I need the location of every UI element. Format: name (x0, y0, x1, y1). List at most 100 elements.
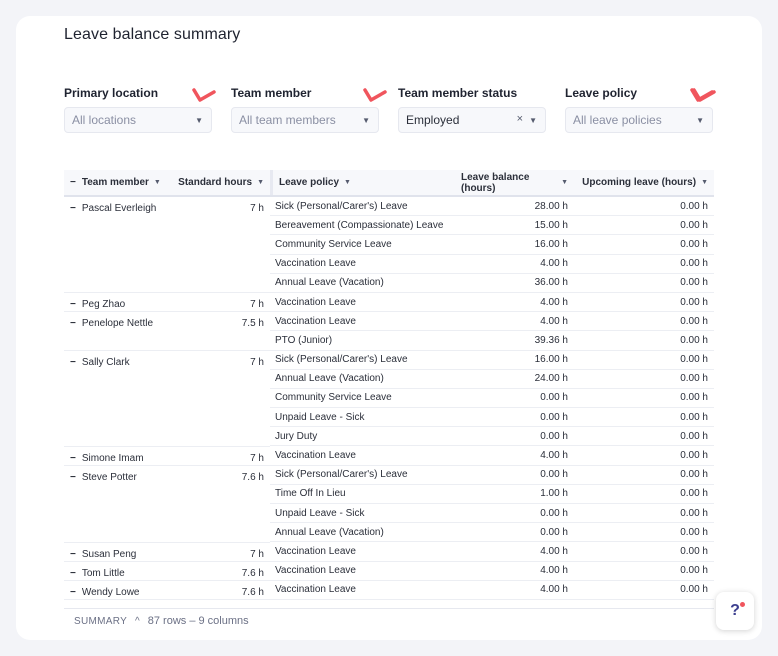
upcoming-leave-cell: 0.00 h (680, 373, 708, 385)
sort-dropdown-icon[interactable]: ▼ (344, 179, 351, 186)
table-row[interactable]: Jury Duty 0.00 h 0.00 h (270, 427, 714, 447)
member-row[interactable]: − Sally Clark 7 h (64, 351, 270, 447)
leave-policy-cell: Vaccination Leave (275, 584, 356, 596)
column-header-leave-policy[interactable]: Leave policy ▼ (270, 170, 455, 195)
collapse-icon[interactable]: − (70, 453, 76, 465)
collapse-icon[interactable]: − (70, 472, 76, 542)
member-row[interactable]: − Steve Potter 7.6 h (64, 466, 270, 543)
column-header-upcoming-leave[interactable]: Upcoming leave (hours) ▼ (574, 170, 714, 195)
table-row[interactable]: Annual Leave (Vacation) 0.00 h 0.00 h (270, 523, 714, 543)
collapse-icon[interactable]: − (70, 203, 76, 292)
member-column: − Pascal Everleigh 7 h − Peg Zhao 7 h − Penelop… (64, 197, 270, 601)
member-row[interactable]: − Pascal Everleigh 7 h (64, 197, 270, 293)
collapse-all-icon[interactable]: − (70, 177, 76, 188)
upcoming-leave-cell: 0.00 h (680, 219, 708, 231)
leave-balance-cell: 24.00 h (534, 373, 568, 385)
chevron-up-icon[interactable]: ^ (135, 616, 140, 627)
table-row[interactable]: Vaccination Leave 4.00 h 0.00 h (270, 446, 714, 466)
table-row[interactable]: Sick (Personal/Carer's) Leave 16.00 h 0.00… (270, 351, 714, 370)
upcoming-leave-cell: 0.00 h (680, 315, 708, 327)
column-header-leave-balance[interactable]: Leave balance (hours) ▼ (455, 170, 574, 195)
filter-0: Primary location All locations ▼ (64, 86, 212, 133)
collapse-icon[interactable]: − (70, 549, 76, 561)
table-row[interactable]: Community Service Leave 16.00 h 0.00 h (270, 235, 714, 255)
collapse-icon[interactable]: − (70, 318, 76, 349)
chevron-down-icon: ▼ (195, 116, 203, 125)
member-name: Simone Imam (81, 452, 144, 464)
member-name-cell: − Peg Zhao (64, 293, 170, 311)
leave-policy-cell: Sick (Personal/Carer's) Leave (275, 354, 408, 366)
member-name: Penelope Nettle (81, 318, 154, 330)
leave-policy-cell: Vaccination Leave (275, 565, 356, 577)
leave-balance-cell: 16.00 h (534, 238, 568, 250)
help-button[interactable]: ? (716, 592, 754, 630)
table-row[interactable]: Vaccination Leave 4.00 h 0.00 h (270, 293, 714, 313)
member-row[interactable]: − Tom Little 7.6 h (64, 562, 270, 581)
table-row[interactable]: Unpaid Leave - Sick 0.00 h 0.00 h (270, 408, 714, 428)
filter-select[interactable]: All team members ▼ (231, 107, 379, 133)
sort-dropdown-icon[interactable]: ▼ (561, 179, 568, 186)
table-row[interactable]: Vaccination Leave 4.00 h 0.00 h (270, 542, 714, 562)
table-row[interactable]: Vaccination Leave 4.00 h 0.00 h (270, 581, 714, 600)
leave-balance-cell: 0.00 h (540, 392, 568, 404)
sort-dropdown-icon[interactable]: ▼ (701, 179, 708, 186)
table-row[interactable]: Time Off In Lieu 1.00 h 0.00 h (270, 485, 714, 504)
table-row[interactable]: Annual Leave (Vacation) 24.00 h 0.00 h (270, 370, 714, 389)
collapse-icon[interactable]: − (70, 357, 76, 446)
leave-balance-cell: 4.00 h (540, 258, 568, 270)
collapse-icon[interactable]: − (70, 299, 76, 311)
clear-icon[interactable]: × (517, 113, 523, 125)
checkmark-icon (192, 88, 216, 102)
leave-balance-cell: 0.00 h (540, 411, 568, 423)
summary-bar[interactable]: SUMMARY ^ 87 rows – 9 columns (64, 608, 714, 633)
leave-balance-cell: 4.00 h (540, 565, 568, 577)
member-name: Steve Potter (81, 471, 137, 483)
chevron-down-icon: ▼ (529, 116, 537, 125)
filter-select[interactable]: All locations ▼ (64, 107, 212, 133)
upcoming-leave-cell: 0.00 h (680, 354, 708, 366)
sort-dropdown-icon[interactable]: ▼ (154, 179, 161, 186)
leave-balance-cell: 15.00 h (534, 219, 568, 231)
member-name-cell: − Pascal Everleigh (64, 197, 170, 292)
member-row[interactable]: − Penelope Nettle 7.5 h (64, 312, 270, 351)
table-row[interactable]: Vaccination Leave 4.00 h 0.00 h (270, 255, 714, 274)
sort-dropdown-icon[interactable]: ▼ (257, 179, 264, 186)
column-header-standard-hours[interactable]: Standard hours ▼ (170, 170, 270, 195)
table-row[interactable]: Unpaid Leave - Sick 0.00 h 0.00 h (270, 504, 714, 524)
table-row[interactable]: Bereavement (Compassionate) Leave 15.00 h… (270, 216, 714, 236)
table-row[interactable]: Community Service Leave 0.00 h 0.00 h (270, 389, 714, 409)
leave-balance-cell: 4.00 h (540, 315, 568, 327)
leave-policy-cell: Community Service Leave (275, 392, 392, 404)
leave-policy-cell: Unpaid Leave - Sick (275, 411, 365, 423)
table-row[interactable]: Sick (Personal/Carer's) Leave 0.00 h 0.00 … (270, 466, 714, 485)
chevron-down-icon: ▼ (362, 116, 370, 125)
leave-policy-cell: Annual Leave (Vacation) (275, 373, 384, 385)
member-row[interactable]: − Susan Peng 7 h (64, 543, 270, 562)
table-row[interactable]: Vaccination Leave 4.00 h 0.00 h (270, 312, 714, 332)
member-row[interactable]: − Wendy Lowe 7.6 h (64, 581, 270, 601)
filter-select[interactable]: Employed × ▼ (398, 107, 546, 133)
summary-text: 87 rows – 9 columns (147, 615, 249, 627)
leave-policy-cell: Vaccination Leave (275, 296, 356, 308)
standard-hours: 7.6 h (241, 567, 264, 579)
collapse-icon[interactable]: − (70, 587, 76, 599)
leave-policy-cell: Bereavement (Compassionate) Leave (275, 219, 444, 231)
upcoming-leave-cell: 0.00 h (680, 450, 708, 462)
upcoming-leave-cell: 0.00 h (680, 488, 708, 500)
leave-balance-cell: 4.00 h (540, 545, 568, 557)
column-header-team-member[interactable]: − Team member ▼ (64, 170, 170, 195)
table-row[interactable]: PTO (Junior) 39.36 h 0.00 h (270, 331, 714, 351)
table-row[interactable]: Annual Leave (Vacation) 36.00 h 0.00 h (270, 274, 714, 293)
standard-hours: 7 h (250, 548, 264, 560)
member-row[interactable]: − Simone Imam 7 h (64, 447, 270, 466)
member-row[interactable]: − Peg Zhao 7 h (64, 293, 270, 313)
member-name: Wendy Lowe (81, 586, 140, 598)
leave-balance-cell: 0.00 h (540, 430, 568, 442)
leave-balance-cell: 16.00 h (534, 354, 568, 366)
upcoming-leave-cell: 0.00 h (680, 296, 708, 308)
table-row[interactable]: Sick (Personal/Carer's) Leave 28.00 h 0.00… (270, 197, 714, 217)
leave-policy-cell: PTO (Junior) (275, 334, 333, 346)
table-row[interactable]: Vaccination Leave 4.00 h 0.00 h (270, 562, 714, 581)
filter-select[interactable]: All leave policies ▼ (565, 107, 713, 133)
collapse-icon[interactable]: − (70, 568, 76, 580)
